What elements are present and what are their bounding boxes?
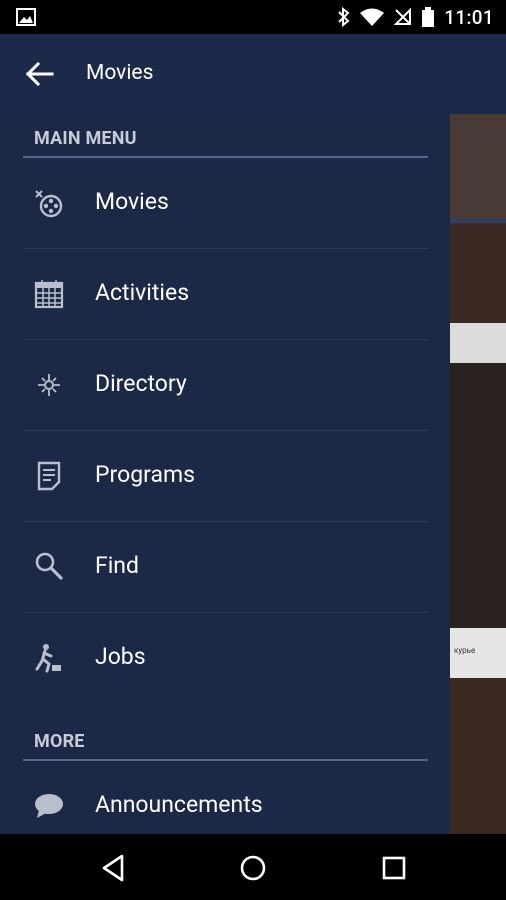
menu-item-announcements[interactable]: Announcements [23,761,428,834]
menu-item-label: Jobs [95,643,146,670]
menu-item-label: Activities [95,279,190,306]
more-header: MORE [23,717,428,761]
status-bar: 11:01 [0,0,506,34]
battery-icon [422,7,435,27]
nav-home-icon[interactable] [237,852,269,884]
film-reel-icon [35,190,63,218]
menu-item-label: Find [95,552,139,579]
system-nav-bar [0,834,506,900]
calendar-icon [34,280,64,309]
nav-recents-icon[interactable] [378,852,410,884]
content-thumbnail [450,114,506,219]
menu-item-directory[interactable]: Directory [23,340,428,431]
clock: 11:01 [444,5,494,29]
menu-item-programs[interactable]: Programs [23,431,428,522]
document-icon [37,461,61,491]
content-poster [450,363,506,628]
menu-item-label: Directory [95,370,187,397]
menu-item-find[interactable]: Find [23,522,428,613]
image-notification-icon [16,8,36,26]
app-bar: Movies [0,34,506,114]
nav-back-icon[interactable] [98,852,130,884]
content-caption: курье [454,646,476,655]
search-icon [35,552,63,580]
content-thumbnail [450,223,506,323]
menu-item-jobs[interactable]: Jobs [23,613,428,703]
menu-item-activities[interactable]: Activities [23,249,428,340]
sparkle-icon [38,374,60,396]
worker-icon [35,644,61,673]
back-arrow-icon[interactable] [22,56,58,92]
content-poster [450,678,506,834]
wifi-icon [360,8,385,26]
menu-item-movies[interactable]: Movies [23,158,428,249]
app-bar-title: Movies [86,61,154,85]
main-menu-header: MAIN MENU [23,114,428,158]
chat-bubble-icon [35,794,63,818]
menu-item-label: Announcements [95,791,263,818]
bluetooth-icon [338,7,350,27]
menu-item-label: Movies [95,188,169,215]
background-content: курье [450,34,506,834]
navigation-drawer: MAIN MENU Movies Activities Directory Pr… [0,114,450,834]
no-signal-icon [394,8,412,25]
menu-item-label: Programs [95,461,196,488]
